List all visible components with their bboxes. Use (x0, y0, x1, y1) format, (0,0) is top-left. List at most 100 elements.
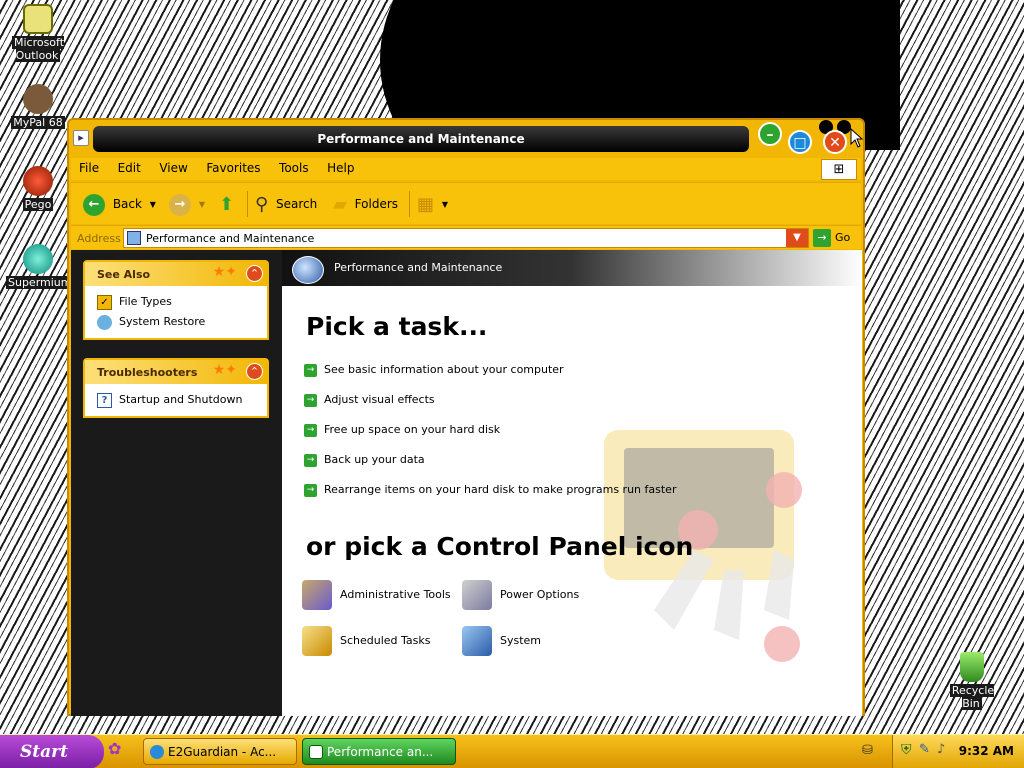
volume-icon[interactable]: ♪ (937, 742, 945, 757)
mouse-cursor-icon (850, 128, 864, 148)
cp-system[interactable]: System (462, 624, 541, 658)
taskbar-button-label: Performance an... (327, 745, 434, 759)
task-link[interactable]: → Back up your data (304, 452, 425, 468)
recycle-bin-icon (960, 652, 984, 682)
pego-icon (23, 166, 53, 196)
back-dropdown-icon[interactable]: ▼ (150, 200, 156, 209)
up-folder-icon: ⬆ (219, 193, 235, 215)
menu-edit[interactable]: Edit (110, 158, 148, 175)
system-tray: ⛨ ✎ ♪ 9:32 AM (892, 735, 1024, 768)
task-link[interactable]: → See basic information about your comput… (304, 362, 564, 378)
maximize-button[interactable]: □ (788, 130, 812, 154)
cp-scheduled-tasks[interactable]: Scheduled Tasks (302, 624, 431, 658)
browser-icon (150, 745, 164, 759)
search-label: Search (276, 197, 318, 211)
desktop-icon-pego[interactable]: Pego (6, 166, 70, 211)
see-also-item-label: File Types (119, 295, 172, 308)
taskbar-button-e2guardian[interactable]: E2Guardian - Ac... (143, 738, 297, 765)
desktop-icon-recycle-bin[interactable]: Recycle Bin (940, 652, 1004, 710)
desktop-icon-mypal[interactable]: MyPal 68 (6, 84, 70, 129)
see-also-header[interactable]: See Also ★✦ ⌃ (85, 262, 267, 286)
task-link[interactable]: → Free up space on your hard disk (304, 422, 500, 438)
up-folder-button[interactable]: ⬆ (219, 191, 234, 217)
see-also-title: See Also (97, 268, 151, 281)
folder-window-icon (309, 745, 323, 759)
address-bar: Address Performance and Maintenance ▼ → G… (71, 225, 861, 249)
go-arrow-icon: → (813, 229, 831, 247)
menu-file[interactable]: File (71, 158, 106, 175)
task-label: Adjust visual effects (324, 393, 435, 406)
content-header: Performance and Maintenance (282, 250, 862, 286)
folders-icon: ▰ (333, 193, 347, 215)
go-label: Go (835, 231, 851, 244)
taskbar-button-label: E2Guardian - Ac... (168, 745, 277, 759)
go-button[interactable]: → Go (813, 228, 850, 248)
cp-administrative-tools[interactable]: Administrative Tools (302, 578, 451, 612)
outlook-icon (23, 4, 53, 34)
search-icon: ⚲ (255, 193, 269, 215)
menu-view[interactable]: View (151, 158, 194, 175)
menu-favorites[interactable]: Favorites (198, 158, 267, 175)
start-button[interactable]: Start (0, 735, 104, 768)
folders-label: Folders (354, 197, 399, 211)
task-pane: See Also ★✦ ⌃ ✓ File Types System Restore… (71, 250, 282, 716)
menu-tools[interactable]: Tools (271, 158, 316, 175)
tray-icon[interactable]: ✎ (919, 742, 930, 757)
quick-launch-icon[interactable]: ✿ (108, 739, 121, 758)
file-types-icon: ✓ (97, 294, 112, 310)
clock[interactable]: 9:32 AM (959, 744, 1014, 758)
toolbar: ← Back ▼ → ▼ ⬆ ⚲ Search ▰ Folders ▦ ▼ (71, 182, 861, 224)
folders-button[interactable]: ▰ Folders (333, 191, 398, 217)
task-link[interactable]: → Adjust visual effects (304, 392, 435, 408)
explorer-window: ▸ Performance and Maintenance – □ ✕ File… (67, 118, 865, 716)
collapse-icon[interactable]: ⌃ (246, 363, 263, 380)
forward-dropdown-icon[interactable]: ▼ (199, 200, 205, 209)
address-label: Address (77, 232, 121, 245)
cp-icon-label: Administrative Tools (340, 588, 451, 601)
window-system-icon[interactable]: ▸ (73, 130, 89, 146)
green-arrow-icon: → (304, 483, 317, 497)
forward-button[interactable]: → ▼ (169, 191, 205, 217)
cp-icon-label: Power Options (500, 588, 580, 601)
title-bar[interactable]: Performance and Maintenance (93, 126, 749, 152)
window-title: Performance and Maintenance (317, 132, 525, 146)
start-label: Start (20, 742, 68, 762)
task-label: See basic information about your compute… (324, 363, 564, 376)
cp-power-options[interactable]: Power Options (462, 578, 579, 612)
views-icon: ▦ (417, 193, 435, 215)
taskbar: Start ✿ E2Guardian - Ac... Performance a… (0, 734, 1024, 768)
task-link[interactable]: → Rearrange items on your hard disk to ma… (304, 482, 676, 498)
minimize-button[interactable]: – (758, 122, 782, 146)
address-dropdown-icon[interactable]: ▼ (786, 229, 808, 247)
performance-watermark-icon (604, 430, 802, 662)
troubleshooters-header[interactable]: Troubleshooters ★✦ ⌃ (85, 360, 267, 384)
desktop-icon-label: MyPal 68 (11, 116, 65, 129)
menu-bar: File Edit View Favorites Tools Help ⊞ (71, 158, 861, 180)
see-also-system-restore[interactable]: System Restore (97, 312, 267, 332)
address-field[interactable]: Performance and Maintenance ▼ (123, 228, 809, 248)
views-button[interactable]: ▦ ▼ (417, 191, 448, 217)
collapse-icon[interactable]: ⌃ (246, 265, 263, 282)
security-shield-icon[interactable]: ⛨ (901, 742, 912, 758)
see-also-file-types[interactable]: ✓ File Types (97, 292, 267, 312)
search-button[interactable]: ⚲ Search (255, 191, 317, 217)
content-header-title: Performance and Maintenance (334, 261, 503, 274)
desktop-icon-supermium[interactable]: Supermium (6, 244, 74, 289)
troubleshooters-panel: Troubleshooters ★✦ ⌃ ? Startup and Shutdo… (83, 358, 269, 418)
troubleshooter-startup-shutdown[interactable]: ? Startup and Shutdown (97, 390, 267, 410)
menu-help[interactable]: Help (319, 158, 361, 175)
desktop-icon-outlook[interactable]: Microsoft Outlook (6, 4, 70, 62)
administrative-tools-icon (302, 580, 332, 610)
network-icon[interactable]: ⛁ (862, 743, 873, 758)
desktop-icon-label: Pego (22, 198, 54, 211)
control-panel-icon (127, 231, 141, 245)
system-restore-icon (97, 314, 112, 330)
back-button[interactable]: ← Back ▼ (83, 191, 156, 217)
cp-icon-label: Scheduled Tasks (340, 634, 431, 647)
troubleshooters-title: Troubleshooters (97, 366, 198, 379)
taskbar-button-performance[interactable]: Performance an... (302, 738, 456, 765)
close-button[interactable]: ✕ (823, 130, 847, 154)
views-dropdown-icon[interactable]: ▼ (442, 200, 448, 209)
forward-arrow-icon: → (169, 193, 191, 216)
desktop-icon-label: Microsoft Outlook (11, 36, 65, 62)
